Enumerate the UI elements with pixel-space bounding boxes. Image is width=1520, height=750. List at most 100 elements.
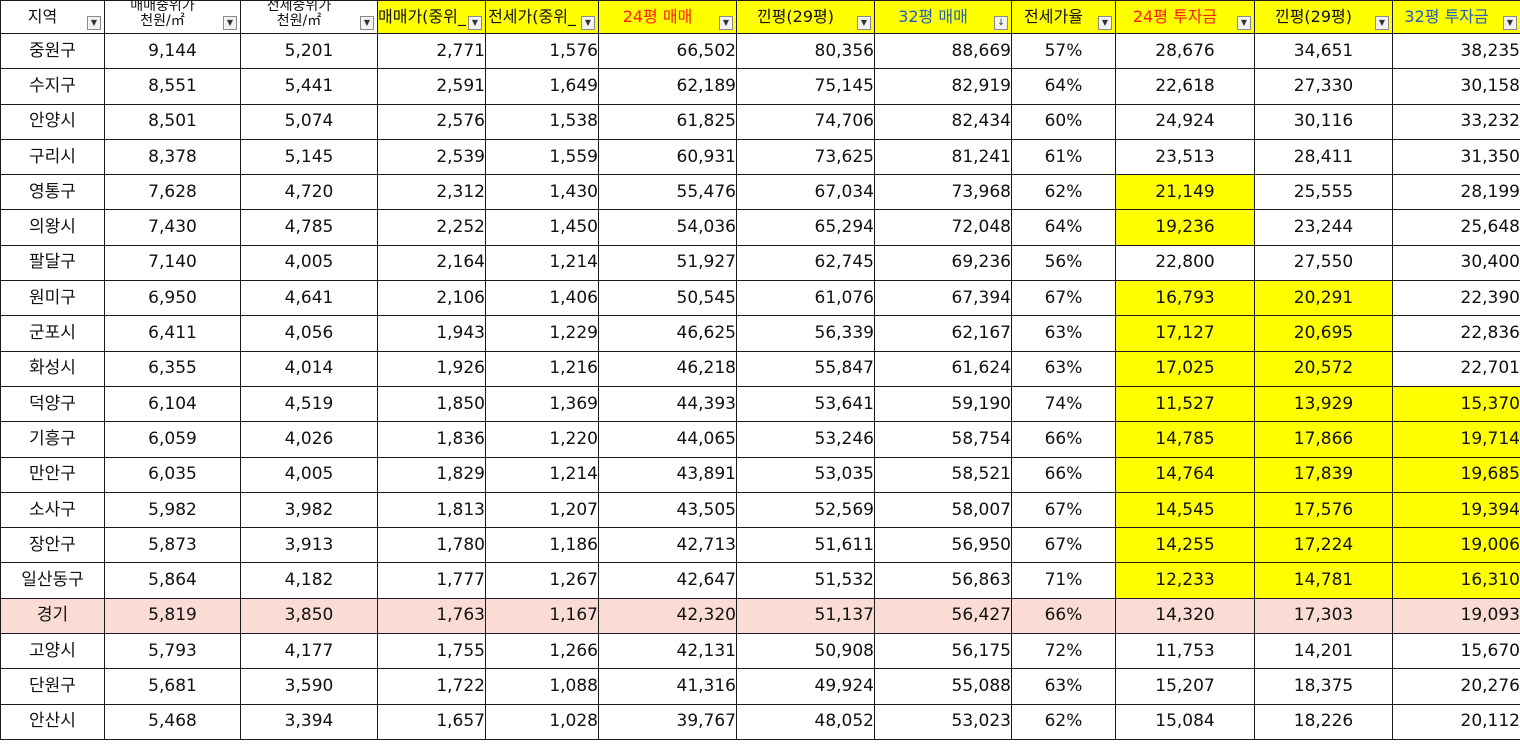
cell-jeonse-median[interactable]: 1,406 bbox=[485, 280, 599, 317]
cell-sale-per-m2[interactable]: 6,950 bbox=[104, 280, 241, 317]
cell-29py-sale[interactable]: 51,611 bbox=[736, 527, 875, 564]
cell-24py-sale[interactable]: 39,767 bbox=[598, 703, 737, 740]
cell-jeonse-median[interactable]: 1,559 bbox=[485, 138, 599, 176]
cell-region[interactable]: 고양시 bbox=[0, 633, 105, 670]
cell-32py-investment[interactable]: 30,400 bbox=[1392, 244, 1520, 282]
cell-29py-investment[interactable]: 20,572 bbox=[1254, 350, 1393, 387]
cell-24py-sale[interactable]: 42,320 bbox=[598, 597, 737, 635]
cell-29py-investment[interactable]: 28,411 bbox=[1254, 138, 1393, 176]
cell-24py-sale[interactable]: 44,065 bbox=[598, 421, 737, 458]
cell-jeonse-ratio[interactable]: 56% bbox=[1011, 244, 1116, 282]
cell-32py-investment[interactable]: 16,310 bbox=[1392, 562, 1520, 599]
cell-jeonse-ratio[interactable]: 67% bbox=[1011, 491, 1116, 529]
header-sale-median[interactable]: 매매가(중위_ ▼ bbox=[377, 0, 486, 34]
cell-jeonse-per-m2[interactable]: 5,441 bbox=[240, 68, 378, 105]
cell-sale-median[interactable]: 1,836 bbox=[377, 421, 486, 458]
cell-sale-per-m2[interactable]: 5,982 bbox=[104, 491, 241, 529]
cell-24py-investment[interactable]: 11,527 bbox=[1115, 385, 1255, 423]
cell-region[interactable]: 만안구 bbox=[0, 456, 105, 493]
cell-jeonse-per-m2[interactable]: 3,590 bbox=[240, 668, 378, 705]
cell-jeonse-per-m2[interactable]: 4,005 bbox=[240, 244, 378, 282]
header-jeonse-per-m2[interactable]: 전세중위가 천원/㎡ ▼ bbox=[240, 0, 378, 34]
cell-jeonse-median[interactable]: 1,186 bbox=[485, 527, 599, 564]
header-region[interactable]: 지역 ▼ bbox=[0, 0, 105, 34]
cell-29py-investment[interactable]: 17,224 bbox=[1254, 527, 1393, 564]
cell-29py-investment[interactable]: 18,226 bbox=[1254, 703, 1393, 740]
cell-jeonse-median[interactable]: 1,214 bbox=[485, 456, 599, 493]
cell-24py-investment[interactable]: 14,255 bbox=[1115, 527, 1255, 564]
cell-29py-investment[interactable]: 25,555 bbox=[1254, 174, 1393, 211]
cell-29py-sale[interactable]: 53,641 bbox=[736, 385, 875, 423]
cell-sale-median[interactable]: 1,722 bbox=[377, 668, 486, 705]
cell-jeonse-ratio[interactable]: 72% bbox=[1011, 633, 1116, 670]
cell-jeonse-per-m2[interactable]: 4,785 bbox=[240, 209, 378, 246]
cell-32py-investment[interactable]: 30,158 bbox=[1392, 68, 1520, 105]
filter-dropdown-icon[interactable]: ▼ bbox=[87, 16, 101, 30]
cell-sale-per-m2[interactable]: 6,059 bbox=[104, 421, 241, 458]
cell-24py-sale[interactable]: 43,505 bbox=[598, 491, 737, 529]
cell-32py-sale[interactable]: 59,190 bbox=[874, 385, 1012, 423]
cell-region[interactable]: 중원구 bbox=[0, 32, 105, 70]
cell-29py-sale[interactable]: 50,908 bbox=[736, 633, 875, 670]
cell-32py-sale[interactable]: 58,007 bbox=[874, 491, 1012, 529]
cell-32py-sale[interactable]: 53,023 bbox=[874, 703, 1012, 740]
cell-region[interactable]: 팔달구 bbox=[0, 244, 105, 282]
cell-24py-sale[interactable]: 55,476 bbox=[598, 174, 737, 211]
cell-sale-median[interactable]: 2,164 bbox=[377, 244, 486, 282]
cell-24py-sale[interactable]: 50,545 bbox=[598, 280, 737, 317]
cell-jeonse-per-m2[interactable]: 4,641 bbox=[240, 280, 378, 317]
cell-29py-sale[interactable]: 80,356 bbox=[736, 32, 875, 70]
cell-sale-median[interactable]: 1,780 bbox=[377, 527, 486, 564]
cell-sale-median[interactable]: 1,763 bbox=[377, 597, 486, 635]
cell-jeonse-ratio[interactable]: 60% bbox=[1011, 103, 1116, 140]
cell-sale-per-m2[interactable]: 9,144 bbox=[104, 32, 241, 70]
cell-24py-sale[interactable]: 62,189 bbox=[598, 68, 737, 105]
cell-29py-investment[interactable]: 14,781 bbox=[1254, 562, 1393, 599]
cell-jeonse-per-m2[interactable]: 5,074 bbox=[240, 103, 378, 140]
cell-jeonse-ratio[interactable]: 57% bbox=[1011, 32, 1116, 70]
cell-24py-sale[interactable]: 51,927 bbox=[598, 244, 737, 282]
cell-sale-median[interactable]: 2,591 bbox=[377, 68, 486, 105]
cell-jeonse-ratio[interactable]: 74% bbox=[1011, 385, 1116, 423]
cell-32py-investment[interactable]: 28,199 bbox=[1392, 174, 1520, 211]
cell-region[interactable]: 장안구 bbox=[0, 527, 105, 564]
cell-jeonse-median[interactable]: 1,088 bbox=[485, 668, 599, 705]
cell-24py-sale[interactable]: 42,713 bbox=[598, 527, 737, 564]
cell-24py-investment[interactable]: 22,800 bbox=[1115, 244, 1255, 282]
cell-32py-sale[interactable]: 81,241 bbox=[874, 138, 1012, 176]
cell-jeonse-ratio[interactable]: 63% bbox=[1011, 350, 1116, 387]
cell-29py-sale[interactable]: 48,052 bbox=[736, 703, 875, 740]
cell-32py-sale[interactable]: 67,394 bbox=[874, 280, 1012, 317]
cell-29py-sale[interactable]: 65,294 bbox=[736, 209, 875, 246]
cell-region[interactable]: 화성시 bbox=[0, 350, 105, 387]
cell-sale-per-m2[interactable]: 7,628 bbox=[104, 174, 241, 211]
cell-32py-sale[interactable]: 73,968 bbox=[874, 174, 1012, 211]
header-29py-sale[interactable]: 낀평(29평) ▼ bbox=[736, 0, 875, 34]
filter-dropdown-icon[interactable]: ▼ bbox=[1098, 16, 1112, 30]
cell-29py-sale[interactable]: 53,246 bbox=[736, 421, 875, 458]
filter-dropdown-icon[interactable]: ▼ bbox=[468, 16, 482, 30]
cell-24py-investment[interactable]: 28,676 bbox=[1115, 32, 1255, 70]
cell-sale-median[interactable]: 2,312 bbox=[377, 174, 486, 211]
cell-jeonse-ratio[interactable]: 62% bbox=[1011, 174, 1116, 211]
header-32py-investment[interactable]: 32평 투자금 ▼ bbox=[1392, 0, 1520, 34]
cell-jeonse-per-m2[interactable]: 4,177 bbox=[240, 633, 378, 670]
cell-jeonse-median[interactable]: 1,538 bbox=[485, 103, 599, 140]
cell-24py-investment[interactable]: 21,149 bbox=[1115, 174, 1255, 211]
cell-jeonse-per-m2[interactable]: 5,201 bbox=[240, 32, 378, 70]
cell-jeonse-median[interactable]: 1,266 bbox=[485, 633, 599, 670]
cell-32py-investment[interactable]: 19,006 bbox=[1392, 527, 1520, 564]
cell-32py-investment[interactable]: 20,112 bbox=[1392, 703, 1520, 740]
cell-jeonse-ratio[interactable]: 66% bbox=[1011, 421, 1116, 458]
cell-32py-sale[interactable]: 69,236 bbox=[874, 244, 1012, 282]
cell-32py-investment[interactable]: 19,093 bbox=[1392, 597, 1520, 635]
cell-32py-investment[interactable]: 19,714 bbox=[1392, 421, 1520, 458]
cell-29py-investment[interactable]: 17,303 bbox=[1254, 597, 1393, 635]
cell-sale-median[interactable]: 1,777 bbox=[377, 562, 486, 599]
cell-jeonse-per-m2[interactable]: 4,026 bbox=[240, 421, 378, 458]
cell-32py-sale[interactable]: 58,521 bbox=[874, 456, 1012, 493]
cell-jeonse-median[interactable]: 1,207 bbox=[485, 491, 599, 529]
cell-sale-per-m2[interactable]: 5,864 bbox=[104, 562, 241, 599]
cell-29py-investment[interactable]: 20,291 bbox=[1254, 280, 1393, 317]
cell-24py-sale[interactable]: 43,891 bbox=[598, 456, 737, 493]
